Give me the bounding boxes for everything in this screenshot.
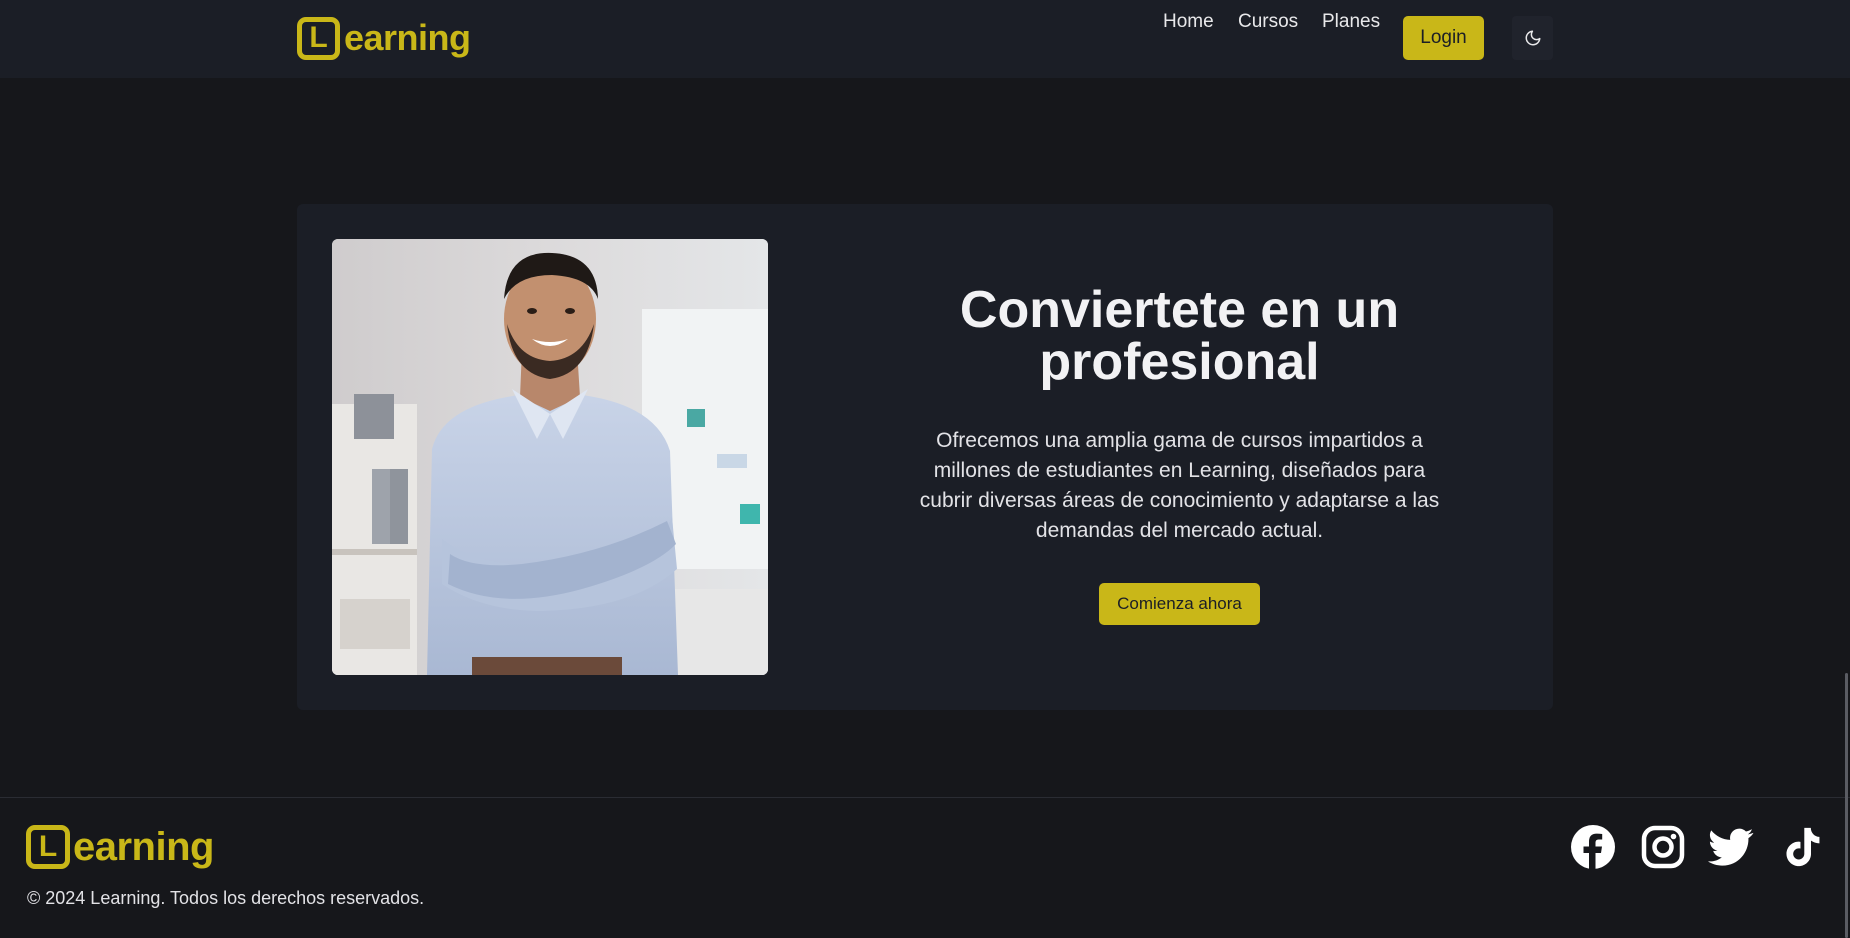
theme-toggle-button[interactable] xyxy=(1512,16,1553,60)
professional-man-illustration xyxy=(332,239,768,675)
top-navbar: L earning Home Cursos Planes Login xyxy=(0,0,1850,78)
login-button[interactable]: Login xyxy=(1403,16,1484,60)
logo-text: earning xyxy=(73,824,214,869)
instagram-icon[interactable] xyxy=(1640,824,1686,870)
page-scrollbar[interactable] xyxy=(1845,673,1848,938)
logo-mark-icon: L xyxy=(26,825,70,869)
hero-content: Conviertete en un profesional Ofrecemos … xyxy=(892,284,1467,625)
footer-brand-logo[interactable]: L earning xyxy=(26,825,214,869)
nav-link-home[interactable]: Home xyxy=(1163,0,1214,44)
logo-mark-icon: L xyxy=(297,16,340,60)
tiktok-icon[interactable] xyxy=(1779,824,1825,870)
brand-logo[interactable]: L earning xyxy=(297,16,471,60)
start-now-button[interactable]: Comienza ahora xyxy=(1099,583,1260,625)
logo-text: earning xyxy=(344,17,471,58)
nav-link-planes[interactable]: Planes xyxy=(1322,0,1380,44)
twitter-icon[interactable] xyxy=(1708,824,1754,870)
copyright-text: © 2024 Learning. Todos los derechos rese… xyxy=(27,888,425,908)
site-footer: L earning © 2024 Learning. Todos los der… xyxy=(0,797,1850,938)
hero-title: Conviertete en un profesional xyxy=(959,281,1400,391)
moon-icon xyxy=(1525,30,1540,46)
hero-card: Conviertete en un profesional Ofrecemos … xyxy=(297,204,1553,710)
hero-description: Ofrecemos una amplia gama de cursos impa… xyxy=(919,429,1440,542)
nav-link-cursos[interactable]: Cursos xyxy=(1238,0,1298,44)
hero-image xyxy=(332,239,768,675)
facebook-icon[interactable] xyxy=(1570,824,1616,870)
